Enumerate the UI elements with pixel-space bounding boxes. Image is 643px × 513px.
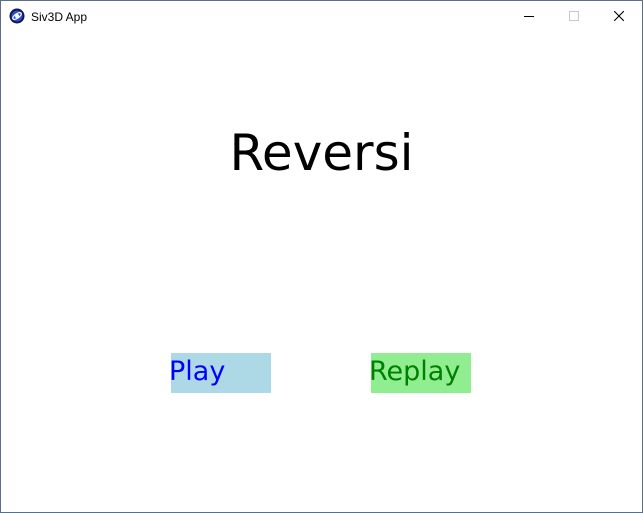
title-bar[interactable]: Siv3D App	[1, 1, 642, 32]
window-title: Siv3D App	[31, 10, 88, 24]
minimize-button[interactable]	[506, 1, 552, 32]
siv3d-logo-icon	[9, 8, 25, 24]
close-icon	[614, 11, 624, 21]
replay-button[interactable]: Replay	[369, 353, 471, 393]
minimize-icon	[524, 16, 534, 17]
close-button[interactable]	[596, 1, 642, 32]
maximize-button[interactable]	[551, 1, 597, 32]
maximize-icon	[569, 11, 579, 21]
replay-button-label: Replay	[369, 356, 461, 387]
game-canvas: Reversi Play Replay	[1, 32, 642, 512]
game-title: Reversi	[229, 124, 414, 182]
app-window: Siv3D App Reversi Play Replay	[0, 0, 643, 513]
play-button[interactable]: Play	[169, 353, 271, 393]
play-button-label: Play	[169, 356, 226, 387]
